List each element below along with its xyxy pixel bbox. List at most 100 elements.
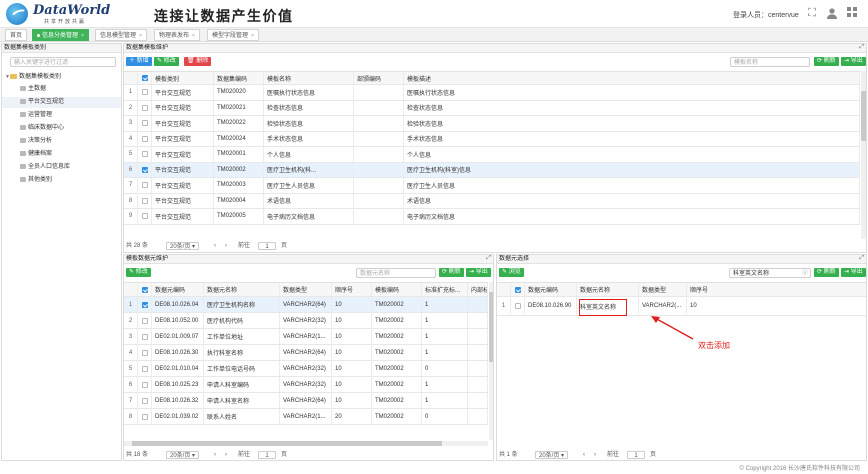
row-checkbox[interactable] — [138, 209, 152, 224]
tree-item[interactable]: 其他类别 — [2, 175, 121, 186]
vertical-scrollbar[interactable] — [861, 71, 866, 239]
next-icon[interactable]: › — [225, 450, 227, 460]
row-checkbox[interactable] — [138, 193, 152, 208]
table-row[interactable]: 7 DE08.10.026.32 申请人科室名称 VARCHAR2(64) 10 TM02… — [124, 393, 488, 409]
row-checkbox[interactable] — [138, 297, 152, 312]
tree-item[interactable]: 主数据 — [2, 84, 121, 95]
add-button[interactable]: ＋ 新增 — [126, 57, 152, 66]
horizontal-scrollbar[interactable] — [124, 441, 488, 446]
table-row[interactable]: 8 平台交互规范 TM020004 术语信息 术语信息 — [124, 193, 860, 209]
table-row[interactable]: 4 平台交互规范 TM020024 手术状态信息 手术状态信息 — [124, 131, 860, 147]
export-button[interactable]: ⇥ 导出 — [841, 268, 866, 277]
checkbox-icon[interactable] — [141, 333, 148, 340]
clear-icon[interactable]: ⓧ — [802, 269, 808, 279]
tree-item[interactable]: 全员人口信息库 — [2, 162, 121, 173]
tree-item[interactable]: 运营管理 — [2, 110, 121, 121]
checkbox-icon[interactable] — [514, 286, 521, 293]
edit-button[interactable]: ✎ 修改 — [154, 57, 179, 66]
table-row[interactable]: 9 平台交互规范 TM020005 电子病历文档信息 电子病历文档信息 — [124, 209, 860, 225]
row-checkbox[interactable] — [138, 377, 152, 392]
checkbox-icon[interactable] — [141, 182, 148, 189]
row-checkbox[interactable] — [138, 131, 152, 146]
fullscreen-icon[interactable]: ⛶ — [806, 7, 818, 19]
table-row[interactable]: 5 平台交互规范 TM020001 个人信息 个人信息 — [124, 147, 860, 163]
checkbox-icon[interactable] — [141, 75, 148, 81]
element-search-input[interactable]: 数据元名称 — [356, 268, 436, 278]
select-all-checkbox[interactable] — [138, 283, 152, 296]
page-input[interactable]: 1 — [627, 451, 645, 459]
checkbox-icon[interactable] — [141, 151, 148, 158]
tree-item[interactable]: 决策分析 — [2, 136, 121, 147]
maximize-icon[interactable]: ⤢ — [486, 255, 491, 262]
tree-item-selected[interactable]: 平台交互规范 — [2, 97, 121, 108]
category-filter-input[interactable]: 输入关键字进行过滤 — [10, 57, 116, 67]
row-checkbox[interactable] — [138, 116, 152, 131]
tree-item[interactable]: 健康档案 — [2, 149, 121, 160]
checkbox-icon[interactable] — [141, 397, 148, 404]
refresh-button[interactable]: ⟳ 刷新 — [439, 268, 464, 277]
row-checkbox[interactable] — [138, 313, 152, 328]
row-checkbox[interactable] — [138, 178, 152, 193]
tree-root[interactable]: ▼ 数据集模板类别 — [2, 72, 121, 83]
page-size-select[interactable]: 20条/页 ▾ — [535, 451, 569, 459]
maximize-icon[interactable]: ⤢ — [859, 255, 864, 262]
delete-button[interactable]: 🗑 删除 — [184, 57, 212, 66]
scroll-thumb[interactable] — [861, 91, 866, 141]
next-icon[interactable]: › — [594, 450, 596, 460]
table-row[interactable]: 6 DE08.10.025.23 申请人科室编码 VARCHAR2(32) 10 TM02… — [124, 377, 488, 393]
page-input[interactable]: 1 — [258, 451, 276, 459]
table-row[interactable]: 7 平台交互规范 TM020003 医疗卫生人员信息 医疗卫生人员信息 — [124, 178, 860, 194]
close-icon[interactable]: × — [81, 33, 84, 39]
select-all-checkbox[interactable] — [138, 72, 152, 84]
checkbox-icon[interactable] — [141, 197, 148, 204]
table-row[interactable]: 6 平台交互规范 TM020002 医疗卫生机构(科... 医疗卫生机构(科室)信息 — [124, 162, 860, 178]
checkbox-icon[interactable] — [141, 365, 148, 372]
element-select-search[interactable]: 科室英文名称 ⓧ — [729, 268, 811, 278]
tab-home[interactable]: 首页 — [5, 29, 28, 41]
tab-info-category[interactable]: 信息分类管理 × — [32, 29, 89, 41]
row-checkbox[interactable] — [138, 361, 152, 376]
checkbox-icon[interactable] — [141, 381, 148, 388]
row-checkbox[interactable] — [138, 393, 152, 408]
table-row[interactable]: 8 DE02.01.039.02 联系人姓名 VARCHAR2(1... 20 TM020… — [124, 409, 488, 425]
row-checkbox[interactable] — [511, 297, 525, 315]
tab-info-model[interactable]: 信息模型管理 × — [95, 29, 147, 41]
prev-icon[interactable]: ‹ — [214, 241, 216, 251]
row-checkbox[interactable] — [138, 100, 152, 115]
page-input[interactable]: 1 — [258, 242, 276, 250]
close-icon[interactable]: × — [192, 33, 195, 39]
checkbox-icon[interactable] — [141, 301, 148, 308]
browse-button[interactable]: ✎ 浏览 — [499, 268, 524, 277]
checkbox-icon[interactable] — [141, 135, 148, 142]
table-row[interactable]: 1 平台交互规范 TM020020 医嘱执行状态信息 医嘱执行状态信息 — [124, 85, 860, 101]
scroll-thumb[interactable] — [132, 441, 442, 446]
checkbox-icon[interactable] — [141, 317, 148, 324]
next-icon[interactable]: › — [225, 241, 227, 251]
close-icon[interactable]: × — [251, 33, 254, 39]
scroll-thumb[interactable] — [489, 292, 493, 362]
row-checkbox[interactable] — [138, 409, 152, 424]
prev-icon[interactable]: ‹ — [583, 450, 585, 460]
maximize-icon[interactable]: ⤢ — [859, 44, 864, 51]
row-checkbox[interactable] — [138, 345, 152, 360]
export-button[interactable]: ⇥ 导出 — [841, 57, 866, 66]
vertical-scrollbar[interactable] — [489, 282, 493, 440]
export-button[interactable]: ⇥ 导出 — [466, 268, 491, 277]
tab-physical-table[interactable]: 物理表发布 × — [154, 29, 200, 41]
checkbox-icon[interactable] — [141, 120, 148, 127]
row-checkbox[interactable] — [138, 329, 152, 344]
checkbox-icon[interactable] — [514, 303, 521, 309]
checkbox-icon[interactable] — [141, 104, 148, 111]
table-row[interactable]: 3 DE02.01.009.07 工作单位地址 VARCHAR2(1... 10 TM02… — [124, 329, 488, 345]
checkbox-icon[interactable] — [141, 286, 148, 293]
refresh-button[interactable]: ⟳ 刷新 — [814, 57, 839, 66]
grid-menu-icon[interactable] — [846, 7, 858, 19]
tree-item[interactable]: 临床数据中心 — [2, 123, 121, 134]
edit-button[interactable]: ✎ 修改 — [126, 268, 151, 277]
checkbox-icon[interactable] — [141, 413, 148, 420]
row-checkbox[interactable] — [138, 85, 152, 100]
table-row[interactable]: 3 平台交互规范 TM020022 检验状态信息 检验状态信息 — [124, 116, 860, 132]
user-icon[interactable] — [826, 7, 838, 19]
select-all-checkbox[interactable] — [511, 283, 525, 296]
refresh-button[interactable]: ⟳ 刷新 — [814, 268, 839, 277]
